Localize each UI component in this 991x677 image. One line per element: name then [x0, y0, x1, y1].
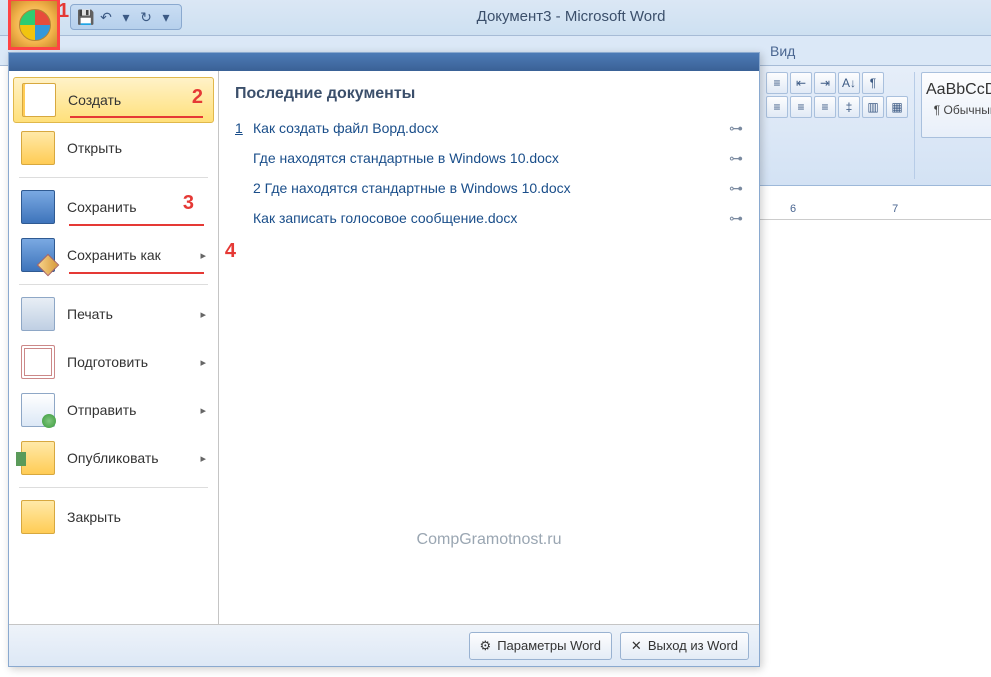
exit-label: Выход из Word: [648, 638, 738, 653]
document-area[interactable]: [760, 220, 991, 677]
chevron-right-icon: ▸: [200, 452, 206, 465]
pin-icon[interactable]: ⊶: [729, 180, 743, 197]
menu-label: Отправить: [67, 402, 136, 418]
menu-footer: ⚙ Параметры Word ✕ Выход из Word: [9, 624, 759, 666]
options-label: Параметры Word: [497, 638, 601, 653]
menu-item-save-as[interactable]: Сохранить как ▸ 4: [13, 232, 214, 278]
align-right-icon[interactable]: ≡: [790, 96, 812, 118]
menu-item-print[interactable]: Печать ▸: [13, 291, 214, 337]
pilcrow-icon[interactable]: ¶: [862, 72, 884, 94]
pin-icon[interactable]: ⊶: [729, 150, 743, 167]
indent-inc-icon[interactable]: ⇥: [814, 72, 836, 94]
style-normal[interactable]: AaBbCcDc ¶ Обычный: [921, 72, 991, 138]
exit-word-button[interactable]: ✕ Выход из Word: [620, 632, 749, 660]
ruler: 6 7: [760, 198, 991, 220]
pin-icon[interactable]: ⊶: [729, 120, 743, 137]
menu-left-pane: Создать 2 Открыть Сохранить 3 Сохранить …: [9, 71, 219, 624]
indent-dec-icon[interactable]: ⇤: [790, 72, 812, 94]
menu-separator: [19, 487, 208, 488]
recent-header: Последние документы: [235, 79, 743, 113]
chevron-right-icon: ▸: [200, 404, 206, 417]
chevron-right-icon: ▸: [200, 308, 206, 321]
recent-name: Как записать голосовое сообщение.docx: [253, 210, 517, 226]
chevron-right-icon: ▸: [200, 249, 206, 262]
menu-label: Подготовить: [67, 354, 148, 370]
borders-icon[interactable]: ▦: [886, 96, 908, 118]
ribbon: ≡ ⇤ ⇥ A↓ ¶ ≡ ≡ ≡ ‡ ▥ ▦ AaBbCcDc ¶ Обычны…: [760, 66, 991, 186]
recent-name: Как создать файл Ворд.docx: [253, 120, 439, 136]
undo-icon[interactable]: ↶: [97, 8, 115, 26]
menu-item-save[interactable]: Сохранить 3: [13, 184, 214, 230]
style-preview: AaBbCcDc: [926, 81, 991, 99]
tab-view[interactable]: Вид: [770, 43, 795, 59]
window-title: Документ3 - Microsoft Word: [477, 8, 666, 25]
close-icon: ✕: [631, 638, 642, 654]
prepare-icon: [21, 345, 55, 379]
recent-name: 2 Где находятся стандартные в Windows 10…: [253, 180, 571, 196]
send-icon: [21, 393, 55, 427]
align-center-icon[interactable]: ≡: [766, 96, 788, 118]
list-icon[interactable]: ≡: [766, 72, 788, 94]
printer-icon: [21, 297, 55, 331]
menu-label: Сохранить как: [67, 247, 161, 263]
pin-icon[interactable]: ⊶: [729, 210, 743, 227]
recent-doc[interactable]: Где находятся стандартные в Windows 10.d…: [235, 143, 743, 173]
save-icon[interactable]: 💾: [77, 8, 95, 26]
recent-num: 1: [235, 120, 253, 136]
menu-item-publish[interactable]: Опубликовать ▸: [13, 435, 214, 481]
recent-doc[interactable]: Как записать голосовое сообщение.docx ⊶: [235, 203, 743, 233]
annotation-underline: [69, 272, 204, 274]
office-logo-icon: [19, 9, 51, 41]
menu-item-open[interactable]: Открыть: [13, 125, 214, 171]
quick-access-toolbar: 💾 ↶ ▾ ↻ ▾: [70, 4, 182, 30]
menu-item-prepare[interactable]: Подготовить ▸: [13, 339, 214, 385]
menu-label: Печать: [67, 306, 113, 322]
menu-separator: [19, 177, 208, 178]
publish-icon: [21, 441, 55, 475]
recent-documents-pane: Последние документы 1 Как создать файл В…: [219, 71, 759, 624]
office-button[interactable]: [8, 0, 60, 50]
shading-icon[interactable]: ▥: [862, 96, 884, 118]
office-menu: Создать 2 Открыть Сохранить 3 Сохранить …: [8, 52, 760, 667]
menu-item-close[interactable]: Закрыть: [13, 494, 214, 540]
chevron-right-icon: ▸: [200, 356, 206, 369]
recent-doc[interactable]: 1 Как создать файл Ворд.docx ⊶: [235, 113, 743, 143]
annotation-underline: [69, 224, 204, 226]
menu-label: Сохранить: [67, 199, 137, 215]
menu-header-strip: [9, 53, 759, 71]
close-folder-icon: [21, 500, 55, 534]
ruler-mark: 6: [790, 203, 796, 215]
annotation-underline: [70, 116, 203, 118]
menu-label: Опубликовать: [67, 450, 159, 466]
qat-sep: ▾: [117, 8, 135, 26]
new-doc-icon: [22, 83, 56, 117]
menu-label: Закрыть: [67, 509, 121, 525]
menu-item-new[interactable]: Создать 2: [13, 77, 214, 123]
save-as-icon: [21, 238, 55, 272]
word-options-button[interactable]: ⚙ Параметры Word: [469, 632, 612, 660]
ruler-mark: 7: [892, 203, 898, 215]
recent-name: Где находятся стандартные в Windows 10.d…: [253, 150, 559, 166]
align-justify-icon[interactable]: ≡: [814, 96, 836, 118]
menu-label: Открыть: [67, 140, 122, 156]
callout-2: 2: [192, 86, 203, 109]
line-spacing-icon[interactable]: ‡: [838, 96, 860, 118]
menu-item-send[interactable]: Отправить ▸: [13, 387, 214, 433]
style-caption: ¶ Обычный: [926, 103, 991, 117]
options-icon: ⚙: [480, 638, 492, 654]
qat-more-icon[interactable]: ▾: [157, 8, 175, 26]
recent-doc[interactable]: 2 Где находятся стандартные в Windows 10…: [235, 173, 743, 203]
callout-3: 3: [183, 192, 194, 215]
open-folder-icon: [21, 131, 55, 165]
menu-label: Создать: [68, 92, 121, 108]
sort-icon[interactable]: A↓: [838, 72, 860, 94]
title-bar: 1 💾 ↶ ▾ ↻ ▾ Документ3 - Microsoft Word: [0, 0, 991, 36]
redo-icon[interactable]: ↻: [137, 8, 155, 26]
menu-separator: [19, 284, 208, 285]
watermark-text: CompGramotnost.ru: [417, 531, 562, 549]
paragraph-group: ≡ ⇤ ⇥ A↓ ¶ ≡ ≡ ≡ ‡ ▥ ▦: [766, 72, 915, 179]
save-floppy-icon: [21, 190, 55, 224]
